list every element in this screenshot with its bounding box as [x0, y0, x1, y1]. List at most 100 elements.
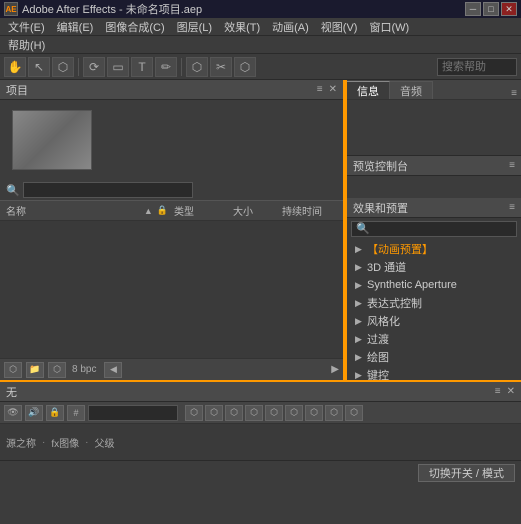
tool-select[interactable]: ↖	[28, 57, 50, 77]
tl-audio-btn[interactable]: 🔊	[25, 405, 43, 421]
effects-panel: 效果和预置 ≡ ▶ 【动画预置】 ▶ 3D 通道 ▶ Synthetic Ape…	[347, 198, 521, 380]
effect-label-5: 过渡	[367, 331, 389, 347]
preview-panel-header: 预览控制台 ≡	[347, 156, 521, 176]
effect-item-paint[interactable]: ▶ 绘图	[347, 348, 521, 366]
project-search-input[interactable]	[23, 182, 193, 198]
project-panel: 项目 ≡ ✕ 🔍 名称 ▲ 🔒 类型 大小 持续时间 ⬡ 📁 ⬡ 8	[0, 80, 345, 380]
tool-eraser[interactable]: ✂	[210, 57, 232, 77]
col-header-size: 大小	[233, 203, 278, 218]
main-area: 项目 ≡ ✕ 🔍 名称 ▲ 🔒 类型 大小 持续时间 ⬡ 📁 ⬡ 8	[0, 80, 521, 380]
effect-item-synthetic-aperture[interactable]: ▶ Synthetic Aperture	[347, 276, 521, 294]
menu-effect[interactable]: 效果(T)	[218, 18, 266, 36]
project-content[interactable]	[0, 221, 343, 358]
effect-item-transition[interactable]: ▶ 过渡	[347, 330, 521, 348]
expand-icon-5: ▶	[355, 334, 363, 345]
tl-lock-btn[interactable]: 🔒	[46, 405, 64, 421]
effect-label-1: 3D 通道	[367, 259, 406, 275]
effects-search-area	[347, 218, 521, 240]
preview-controls	[347, 176, 521, 198]
tl-icon-4[interactable]: ⬡	[245, 405, 263, 421]
tl-icon-7[interactable]: ⬡	[305, 405, 323, 421]
project-search-icon: 🔍	[6, 184, 20, 197]
expand-icon-4: ▶	[355, 316, 363, 327]
tl-icon-3[interactable]: ⬡	[225, 405, 243, 421]
close-button[interactable]: ✕	[501, 2, 517, 16]
tool-pen[interactable]: ✏	[155, 57, 177, 77]
menu-layer[interactable]: 图层(L)	[171, 18, 218, 36]
menu-view[interactable]: 视图(V)	[315, 18, 364, 36]
expand-icon-7: ▶	[355, 370, 363, 381]
tab-audio[interactable]: 音频	[390, 81, 433, 99]
timeline-close-icon[interactable]: ✕	[507, 386, 515, 397]
tab-info[interactable]: 信息	[347, 81, 390, 99]
tool-text[interactable]: T	[131, 57, 153, 77]
tool-puppet[interactable]: ⬡	[234, 57, 256, 77]
title-bar: AE Adobe After Effects - 未命名项目.aep ─ □ ✕	[0, 0, 521, 18]
menu-composition[interactable]: 图像合成(C)	[99, 18, 170, 36]
tl-icon-9[interactable]: ⬡	[345, 405, 363, 421]
footer-right-arrow[interactable]: ▶	[331, 364, 339, 375]
effect-item-animation-presets[interactable]: ▶ 【动画预置】	[347, 240, 521, 258]
effect-item-3d-channel[interactable]: ▶ 3D 通道	[347, 258, 521, 276]
effect-item-expression[interactable]: ▶ 表达式控制	[347, 294, 521, 312]
tool-rotate[interactable]: ⟳	[83, 57, 105, 77]
tl-separator: ·	[42, 437, 45, 448]
minimize-button[interactable]: ─	[465, 2, 481, 16]
menu-help[interactable]: 帮助(H)	[2, 36, 51, 54]
timeline-toolbar: 👁 🔊 🔒 # ⬡ ⬡ ⬡ ⬡ ⬡ ⬡ ⬡ ⬡ ⬡	[0, 402, 521, 424]
tl-icon-5[interactable]: ⬡	[265, 405, 283, 421]
tool-hand[interactable]: ✋	[4, 57, 26, 77]
effect-label-6: 绘图	[367, 349, 389, 365]
preview-menu-icon[interactable]: ≡	[509, 160, 515, 171]
toggle-switch-btn[interactable]: 切换开关 / 模式	[418, 464, 515, 482]
right-column: 信息 音频 ≡ 预览控制台 ≡ 效果和预置 ≡	[347, 80, 521, 380]
timeline-header: 无 ≡ ✕	[0, 382, 521, 402]
expand-icon-1: ▶	[355, 262, 363, 273]
timeline-title: 无	[6, 384, 17, 400]
project-menu-icon[interactable]: ≡	[317, 84, 323, 95]
maximize-button[interactable]: □	[483, 2, 499, 16]
timeline-search-input[interactable]	[88, 405, 178, 421]
window-controls: ─ □ ✕	[465, 2, 517, 16]
tl-hash-btn[interactable]: #	[67, 405, 85, 421]
tl-eye-btn[interactable]: 👁	[4, 405, 22, 421]
menu-edit[interactable]: 编辑(E)	[51, 18, 100, 36]
project-close-icon[interactable]: ✕	[329, 84, 337, 95]
expand-icon-0: ▶	[355, 244, 363, 255]
tl-icon-2[interactable]: ⬡	[205, 405, 223, 421]
info-panel-menu[interactable]: ≡	[511, 88, 517, 99]
project-search-row: 🔍	[6, 182, 337, 198]
parent-label: 父级	[94, 435, 114, 450]
tl-icon-8[interactable]: ⬡	[325, 405, 343, 421]
effects-search-input[interactable]	[351, 221, 517, 237]
project-preview-thumbnail	[12, 110, 92, 170]
effects-list[interactable]: ▶ 【动画预置】 ▶ 3D 通道 ▶ Synthetic Aperture ▶ …	[347, 240, 521, 380]
color-depth-btn[interactable]: ◀	[104, 362, 122, 378]
effect-item-stylize[interactable]: ▶ 风格化	[347, 312, 521, 330]
effect-item-keying[interactable]: ▶ 键控	[347, 366, 521, 380]
tool-rect[interactable]: ▭	[107, 57, 129, 77]
tl-separator2: ·	[85, 437, 88, 448]
new-folder-btn[interactable]: 📁	[26, 362, 44, 378]
lock-icon: 🔒	[157, 205, 168, 216]
status-bar: 切换开关 / 模式	[0, 460, 521, 484]
new-composition-btn[interactable]: ⬡	[4, 362, 22, 378]
tl-icon-1[interactable]: ⬡	[185, 405, 203, 421]
timeline-area: 无 ≡ ✕ 👁 🔊 🔒 # ⬡ ⬡ ⬡ ⬡ ⬡ ⬡ ⬡ ⬡ ⬡ 源之称 · fx…	[0, 380, 521, 460]
menu-window[interactable]: 窗口(W)	[363, 18, 415, 36]
effect-label-2: Synthetic Aperture	[367, 279, 457, 291]
menu-animation[interactable]: 动画(A)	[266, 18, 315, 36]
menu-file[interactable]: 文件(E)	[2, 18, 51, 36]
toolbar-search-input[interactable]	[437, 58, 517, 76]
tl-icon-6[interactable]: ⬡	[285, 405, 303, 421]
tool-clone[interactable]: ⬡	[186, 57, 208, 77]
footage-btn[interactable]: ⬡	[48, 362, 66, 378]
col-header-time: 持续时间	[282, 203, 337, 218]
project-preview-area	[0, 100, 343, 180]
timeline-menu-icon[interactable]: ≡	[495, 386, 501, 397]
effect-label-4: 风格化	[367, 313, 400, 329]
project-list-header: 名称 ▲ 🔒 类型 大小 持续时间	[0, 200, 343, 221]
menu-bar-row2: 帮助(H)	[0, 36, 521, 54]
tool-move[interactable]: ⬡	[52, 57, 74, 77]
effects-menu-icon[interactable]: ≡	[509, 202, 515, 213]
